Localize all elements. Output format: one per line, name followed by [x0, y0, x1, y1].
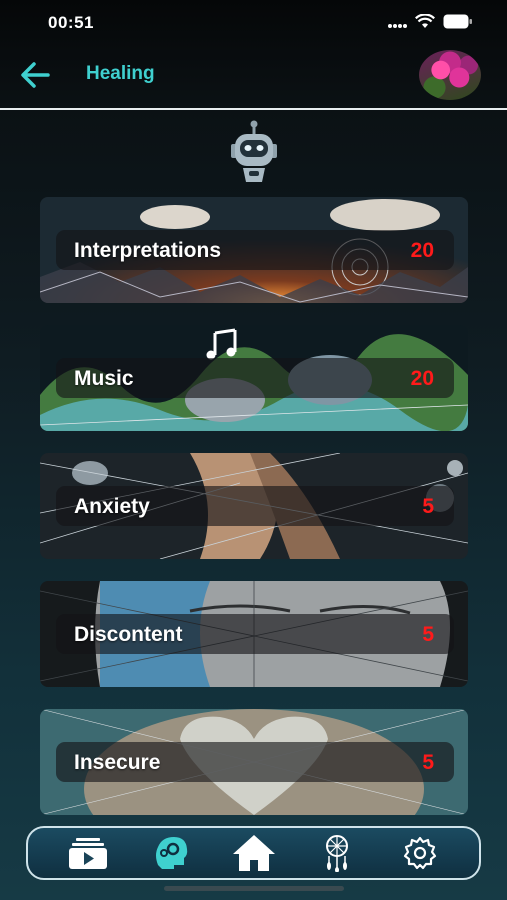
- category-label: Interpretations: [74, 239, 222, 262]
- category-count: 5: [422, 751, 434, 774]
- dreamcatcher-icon: [325, 835, 348, 872]
- nav-brain[interactable]: [148, 830, 194, 876]
- category-count: 20: [410, 367, 434, 390]
- status-time: 00:51: [48, 13, 94, 32]
- category-label: Discontent: [74, 623, 183, 646]
- bottom-nav: [26, 826, 481, 880]
- category-card-anxiety[interactable]: Anxiety 5: [40, 453, 468, 559]
- back-button[interactable]: [18, 60, 52, 90]
- home-indicator: [164, 886, 344, 891]
- battery-icon: [443, 14, 472, 29]
- status-bar: 00:51: [0, 0, 507, 48]
- category-count: 20: [410, 239, 434, 262]
- category-card-insecure[interactable]: Insecure 5: [40, 709, 468, 815]
- nav-dreamcatcher[interactable]: [314, 830, 360, 876]
- category-card-music[interactable]: Music 20: [40, 325, 468, 431]
- category-label: Anxiety: [74, 495, 150, 518]
- page-title: Healing: [86, 63, 155, 84]
- nav-settings[interactable]: [397, 830, 443, 876]
- wifi-icon: [415, 14, 435, 28]
- settings-gear-icon: [403, 836, 436, 870]
- nav-videos[interactable]: [65, 830, 111, 876]
- category-label: Insecure: [74, 751, 161, 774]
- nav-home[interactable]: [231, 830, 277, 876]
- category-label: Music: [74, 367, 134, 390]
- robot-assistant-icon[interactable]: [229, 120, 279, 186]
- app-header: Healing: [0, 48, 507, 108]
- category-count: 5: [422, 495, 434, 518]
- category-card-discontent[interactable]: Discontent 5: [40, 581, 468, 687]
- status-icons: [387, 14, 473, 29]
- category-count: 5: [422, 623, 434, 646]
- header-divider: [0, 108, 507, 110]
- home-icon: [232, 835, 275, 871]
- signal-icon: [388, 23, 407, 28]
- arrow-left-icon: [21, 62, 50, 88]
- profile-avatar[interactable]: [419, 50, 481, 100]
- brain-gear-icon: [155, 837, 187, 869]
- category-card-interpretations[interactable]: Interpretations 20: [40, 197, 468, 303]
- video-library-icon: [68, 838, 107, 869]
